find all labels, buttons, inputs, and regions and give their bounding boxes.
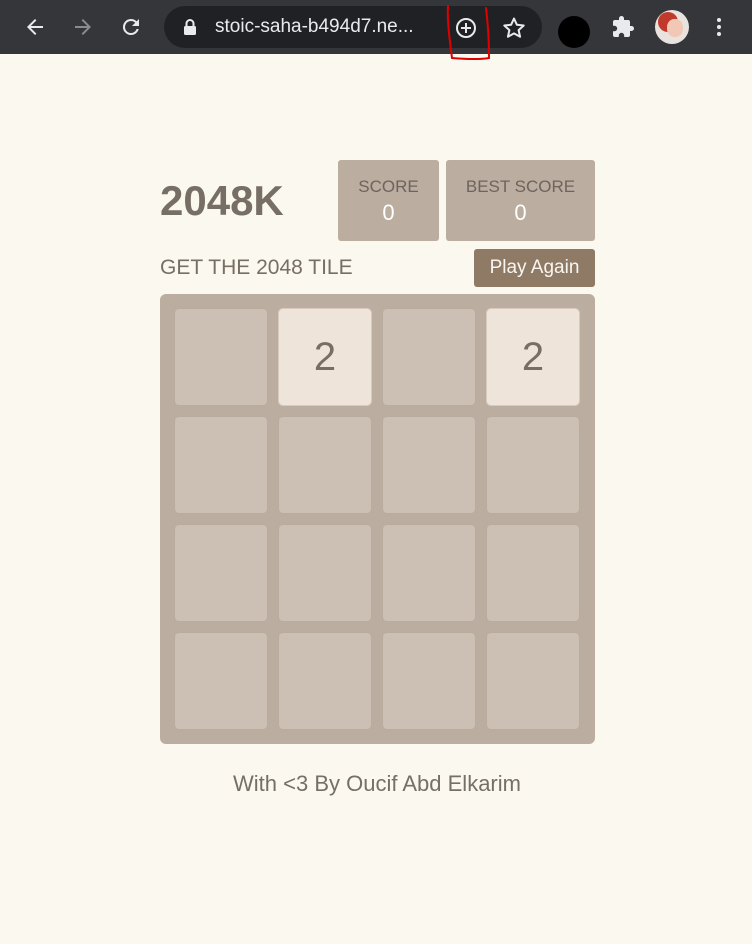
tile: [486, 416, 580, 514]
score-value: 0: [382, 200, 395, 225]
tile: 2: [278, 308, 372, 406]
tile: [174, 524, 268, 622]
bookmark-star-icon[interactable]: [501, 15, 527, 41]
tile: 2: [486, 308, 580, 406]
best-score-value: 0: [514, 200, 527, 225]
footer-credit: With <3 By Oucif Abd Elkarim: [233, 771, 521, 796]
more-vertical-icon[interactable]: [703, 11, 735, 43]
tile: [382, 632, 476, 730]
tile: [174, 632, 268, 730]
best-score-label: BEST SCORE: [465, 177, 576, 196]
score-box: SCORE 0: [338, 160, 439, 241]
game-board[interactable]: 2 2: [160, 294, 595, 744]
puzzle-icon[interactable]: [607, 11, 639, 43]
tile: [278, 416, 372, 514]
score-label: SCORE: [358, 177, 419, 196]
back-arrow-icon[interactable]: [19, 11, 51, 43]
url-text[interactable]: stoic-saha-b494d7.ne...: [215, 16, 414, 38]
tile: [486, 524, 580, 622]
tile: [278, 524, 372, 622]
tile: [278, 632, 372, 730]
game-title: 2048K: [160, 177, 284, 224]
play-again-button[interactable]: Play Again: [474, 249, 595, 287]
tile: [382, 308, 476, 406]
tile: [486, 632, 580, 730]
tile: [382, 416, 476, 514]
forward-arrow-icon[interactable]: [67, 11, 99, 43]
game-subtitle: GET THE 2048 TILE: [160, 256, 353, 279]
redacted-extension-icon[interactable]: [558, 16, 590, 48]
best-score-box: BEST SCORE 0: [446, 160, 595, 241]
lock-icon[interactable]: [182, 18, 198, 41]
reload-icon[interactable]: [115, 11, 147, 43]
tile: [382, 524, 476, 622]
tile: [174, 416, 268, 514]
browser-toolbar: stoic-saha-b494d7.ne...: [0, 0, 752, 60]
tile: [174, 308, 268, 406]
profile-avatar[interactable]: [655, 10, 689, 44]
address-bar[interactable]: stoic-saha-b494d7.ne...: [164, 6, 542, 48]
zoom-in-icon[interactable]: [453, 15, 479, 41]
